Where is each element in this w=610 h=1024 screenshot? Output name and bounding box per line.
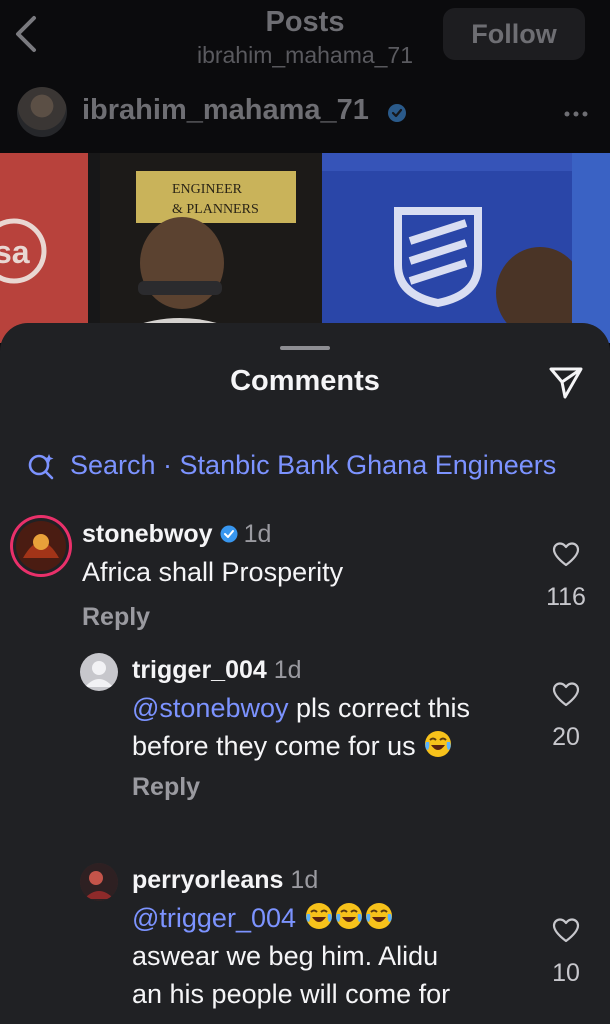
comment-item: trigger_004 1d @stonebwoy pls correct th… — [0, 653, 610, 813]
sheet-grabber-handle[interactable] — [280, 346, 330, 350]
verified-badge-icon — [388, 104, 406, 122]
top-bar: Posts ibrahim_mahama_71 Follow — [0, 0, 610, 80]
follow-button[interactable]: Follow — [443, 8, 585, 60]
tears-of-joy-emoji-icon — [425, 731, 452, 757]
heart-outline-icon[interactable] — [552, 541, 580, 567]
comment-text-part: before they come for us — [132, 731, 424, 761]
tears-of-joy-emoji-icon — [305, 903, 332, 929]
comment-text-part: an his people will come for — [132, 979, 451, 1009]
comment-text: Africa shall Prosperity — [82, 557, 344, 587]
search-suggestion-text: Search · Stanbic Bank Ghana Engineers — [70, 450, 557, 480]
sign-line-2: & PLANNERS — [172, 202, 259, 217]
heart-outline-icon[interactable] — [552, 917, 580, 943]
comment-header: trigger_004 1d — [132, 655, 302, 685]
reply-button[interactable]: Reply — [82, 603, 150, 632]
mention-link[interactable]: @trigger_004 — [132, 903, 296, 933]
tears-of-joy-emoji-icon — [335, 903, 362, 929]
comment-time: 1d — [243, 520, 272, 548]
mention-link[interactable]: @stonebwoy — [132, 693, 289, 723]
left-banner-logo: sa — [0, 234, 30, 270]
default-avatar-icon — [85, 661, 113, 687]
author-avatar[interactable] — [17, 87, 67, 137]
comments-sheet: Comments Search · Stanbic Bank Ghana Eng… — [0, 323, 610, 1024]
like-count: 10 — [552, 959, 580, 987]
post-image[interactable]: sa ENGINEER & PLANNERS — [0, 153, 610, 343]
avatar[interactable] — [10, 515, 72, 577]
paper-plane-icon[interactable] — [547, 365, 585, 401]
like-count: 20 — [552, 723, 580, 751]
comment-username[interactable]: stonebwoy — [82, 520, 213, 548]
more-horizontal-icon[interactable] — [563, 110, 589, 118]
search-sparkle-icon — [28, 454, 54, 480]
post-author-row: ibrahim_mahama_71 — [0, 84, 610, 140]
comment-item: stonebwoy 1d Africa shall Prosperity Repl… — [0, 515, 610, 655]
sign-line-1: ENGINEER — [172, 182, 243, 197]
comment-header: perryorleans 1d — [132, 865, 318, 895]
comment-username[interactable]: trigger_004 — [132, 656, 267, 684]
comment-time: 1d — [290, 866, 319, 894]
avatar[interactable] — [80, 863, 118, 901]
heart-outline-icon[interactable] — [552, 681, 580, 707]
avatar-photo — [13, 518, 69, 574]
comment-username[interactable]: perryorleans — [132, 866, 283, 894]
like-count: 116 — [546, 583, 586, 611]
post-photo: sa ENGINEER & PLANNERS — [0, 153, 610, 343]
avatar-photo — [80, 863, 118, 901]
comment-header: stonebwoy 1d — [82, 519, 271, 549]
comment-item: perryorleans 1d @trigger_004 aswear we b… — [0, 863, 610, 1024]
avatar[interactable] — [80, 653, 118, 691]
comment-text-part: pls correct this — [288, 693, 471, 723]
verified-badge-icon — [220, 525, 238, 543]
comment-text-part: aswear we beg him. Alidu — [132, 941, 439, 971]
comments-title: Comments — [230, 365, 380, 397]
author-username[interactable]: ibrahim_mahama_71 — [82, 94, 369, 127]
comment-text: @trigger_004 aswear we beg him. Alidu an… — [132, 899, 542, 1013]
comment-text: @stonebwoy pls correct this before they … — [132, 689, 542, 765]
tears-of-joy-emoji-icon — [365, 903, 392, 929]
reply-button[interactable]: Reply — [132, 773, 200, 802]
comment-time: 1d — [273, 656, 302, 684]
